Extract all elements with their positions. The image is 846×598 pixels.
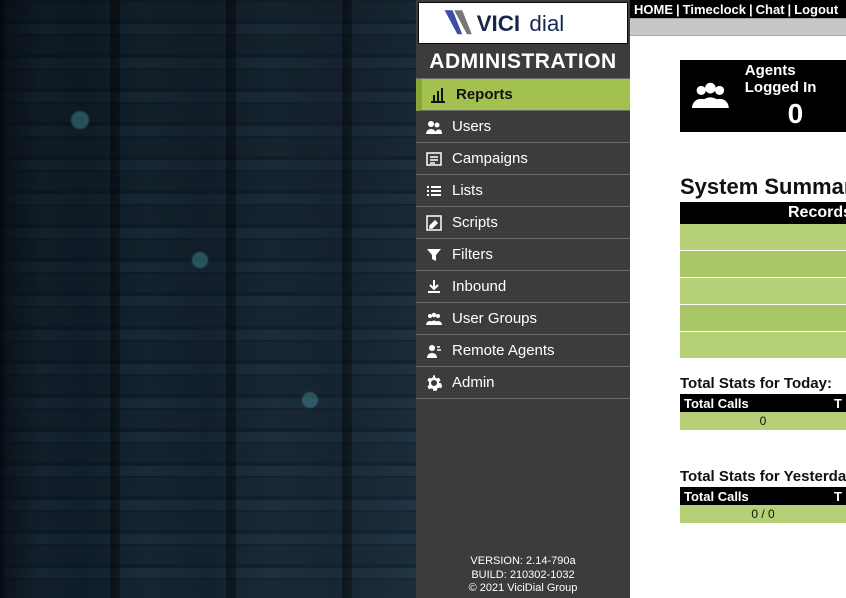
stats-head-left: Total Calls bbox=[684, 489, 749, 504]
summary-grid-row bbox=[680, 224, 846, 251]
sidebar-item-label: Filters bbox=[452, 246, 493, 263]
stats-yesterday-title: Total Stats for Yesterday: bbox=[680, 468, 846, 485]
sidebar-footer: VERSION: 2.14-790a BUILD: 210302-1032 © … bbox=[416, 555, 630, 598]
background-server-rack bbox=[0, 0, 416, 598]
svg-text:VICI: VICI bbox=[477, 11, 521, 36]
stats-today-value: 0 bbox=[760, 414, 767, 428]
stats-head-right: T bbox=[834, 489, 842, 504]
sidebar-item-label: Inbound bbox=[452, 278, 506, 295]
sidebar-item-label: Lists bbox=[452, 182, 483, 199]
bar-chart-icon bbox=[428, 85, 448, 105]
top-nav-home[interactable]: HOME bbox=[634, 2, 673, 17]
top-nav-timeclock[interactable]: Timeclock bbox=[683, 2, 746, 17]
stats-today: Total Stats for Today: Total Calls T 0 bbox=[680, 375, 846, 430]
stats-head-left: Total Calls bbox=[684, 396, 749, 411]
stats-yesterday: Total Stats for Yesterday: Total Calls T… bbox=[680, 468, 846, 523]
admin-title: ADMINISTRATION bbox=[416, 44, 630, 78]
stats-yesterday-header: Total Calls T bbox=[680, 487, 846, 505]
sidebar-item-remote-agents[interactable]: Remote Agents bbox=[416, 335, 630, 367]
agents-logged-in-card: Agents Logged In 0 bbox=[680, 60, 846, 132]
svg-text:dial: dial bbox=[529, 11, 564, 36]
agents-card-label: Agents Logged In bbox=[745, 62, 846, 96]
pencil-square-icon bbox=[424, 213, 444, 233]
top-nav-chat[interactable]: Chat bbox=[756, 2, 785, 17]
summary-head-col: Records bbox=[788, 204, 846, 222]
download-icon bbox=[424, 277, 444, 297]
stats-today-header: Total Calls T bbox=[680, 394, 846, 412]
sidebar-item-inbound[interactable]: Inbound bbox=[416, 271, 630, 303]
separator: | bbox=[746, 2, 756, 17]
stats-today-title: Total Stats for Today: bbox=[680, 375, 846, 392]
sidebar-item-user-groups[interactable]: User Groups bbox=[416, 303, 630, 335]
gear-icon bbox=[424, 373, 444, 393]
summary-grid-header: Records bbox=[680, 202, 846, 224]
sidebar-nav: Reports Users Campaigns Lists Scripts bbox=[416, 78, 630, 399]
users-icon bbox=[424, 117, 444, 137]
summary-grid-row bbox=[680, 251, 846, 278]
list-box-icon bbox=[424, 149, 444, 169]
sidebar-item-label: Admin bbox=[452, 374, 495, 391]
sidebar-item-label: Campaigns bbox=[452, 150, 528, 167]
stats-yesterday-value: 0 / 0 bbox=[751, 507, 774, 521]
copyright-text: © 2021 ViciDial Group bbox=[416, 582, 630, 596]
summary-grid-row bbox=[680, 305, 846, 332]
sidebar: VICI dial ADMINISTRATION Reports Users C… bbox=[416, 0, 630, 598]
sidebar-item-label: Remote Agents bbox=[452, 342, 555, 359]
list-icon bbox=[424, 181, 444, 201]
sidebar-item-reports[interactable]: Reports bbox=[416, 79, 630, 111]
sidebar-item-label: User Groups bbox=[452, 310, 537, 327]
vicidial-logo: VICI dial bbox=[418, 2, 628, 44]
version-text: VERSION: 2.14-790a bbox=[416, 555, 630, 569]
stats-yesterday-row: 0 / 0 bbox=[680, 505, 846, 523]
users-group-icon bbox=[692, 73, 729, 119]
sidebar-item-users[interactable]: Users bbox=[416, 111, 630, 143]
sidebar-item-campaigns[interactable]: Campaigns bbox=[416, 143, 630, 175]
vicidial-logo-svg: VICI dial bbox=[443, 7, 603, 39]
summary-grid: Records bbox=[680, 202, 846, 359]
sidebar-item-filters[interactable]: Filters bbox=[416, 239, 630, 271]
top-nav: HOME | Timeclock | Chat | Logout bbox=[630, 0, 846, 18]
summary-grid-row bbox=[680, 332, 846, 359]
agents-card-value: 0 bbox=[788, 98, 804, 130]
summary-grid-row bbox=[680, 278, 846, 305]
build-text: BUILD: 210302-1032 bbox=[416, 569, 630, 583]
stats-head-right: T bbox=[834, 396, 842, 411]
sidebar-item-lists[interactable]: Lists bbox=[416, 175, 630, 207]
content-area: HOME | Timeclock | Chat | Logout Agents … bbox=[630, 0, 846, 598]
funnel-icon bbox=[424, 245, 444, 265]
top-nav-logout[interactable]: Logout bbox=[794, 2, 838, 17]
stats-today-row: 0 bbox=[680, 412, 846, 430]
group-icon bbox=[424, 309, 444, 329]
grey-bar bbox=[630, 18, 846, 36]
sidebar-item-label: Users bbox=[452, 118, 491, 135]
sidebar-item-label: Scripts bbox=[452, 214, 498, 231]
remote-user-icon bbox=[424, 341, 444, 361]
separator: | bbox=[673, 2, 683, 17]
separator: | bbox=[785, 2, 795, 17]
sidebar-item-label: Reports bbox=[456, 86, 513, 103]
sidebar-item-admin[interactable]: Admin bbox=[416, 367, 630, 399]
system-summary-title: System Summary bbox=[680, 174, 846, 200]
sidebar-item-scripts[interactable]: Scripts bbox=[416, 207, 630, 239]
